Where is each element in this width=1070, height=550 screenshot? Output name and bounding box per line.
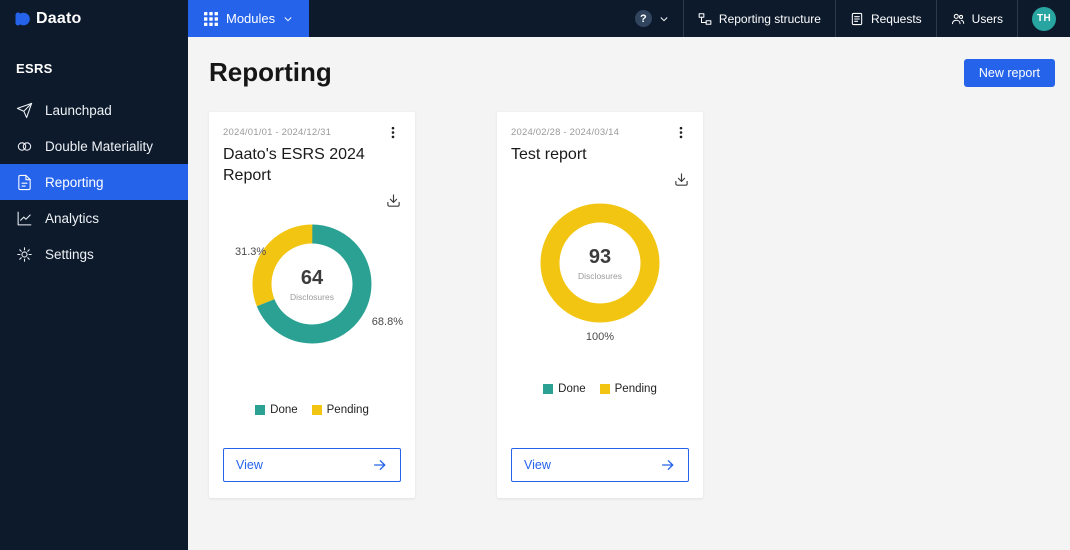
sidebar-item-settings[interactable]: Settings <box>0 236 188 272</box>
legend-pending-label: Pending <box>614 383 657 396</box>
pending-swatch <box>311 405 322 416</box>
report-cards: 2024/01/01 - 2024/12/31 Daato's ESRS 202… <box>209 112 1055 498</box>
report-title: Test report <box>511 146 587 163</box>
page-header: Reporting New report <box>209 57 1055 88</box>
topbar: Daato Modules ? Reporting structure Requ… <box>0 0 1070 37</box>
sidebar-item-launchpad[interactable]: Launchpad <box>0 92 188 128</box>
overlapping-circles-icon <box>17 141 32 151</box>
disclosures-label: Disclosures <box>290 291 334 302</box>
download-icon[interactable] <box>386 193 401 208</box>
view-label: View <box>236 458 263 472</box>
disclosures-count: 93 <box>588 245 612 268</box>
kebab-menu-icon[interactable] <box>385 124 401 141</box>
reporting-structure-label: Reporting structure <box>718 11 821 26</box>
sidebar-item-reporting[interactable]: Reporting <box>0 164 188 200</box>
users-button[interactable]: Users <box>935 0 1017 37</box>
help-icon: ? <box>634 10 652 27</box>
sidebar-item-label: Settings <box>45 246 94 262</box>
help-menu[interactable]: ? <box>621 0 683 37</box>
sidebar-section-title: ESRS <box>16 61 53 76</box>
donut-chart: 64 Disclosures 31.3% 68.8% <box>223 210 403 400</box>
sidebar-item-double-materiality[interactable]: Double Materiality <box>0 128 188 164</box>
chart-legend: Done Pending <box>223 404 401 416</box>
report-card: 2024/01/01 - 2024/12/31 Daato's ESRS 202… <box>209 112 415 498</box>
daato-logo[interactable]: Daato <box>0 0 188 37</box>
main-content: Reporting New report 2024/01/01 - 2024/1… <box>188 37 1070 550</box>
sidebar-item-label: Double Materiality <box>45 138 154 154</box>
daato-logo-icon <box>15 12 30 25</box>
legend-done-label: Done <box>558 383 586 396</box>
legend-done: Done <box>543 383 586 395</box>
done-swatch <box>543 384 554 395</box>
checklist-icon <box>851 12 863 25</box>
sidebar: ESRS Launchpad Double Materiality Report… <box>0 37 188 550</box>
donut-chart: 93 Disclosures 100% <box>511 189 689 379</box>
users-label: Users <box>971 11 1003 26</box>
view-button[interactable]: View <box>511 448 689 482</box>
arrow-right-icon <box>662 460 674 470</box>
card-header: 2024/01/01 - 2024/12/31 <box>223 124 401 141</box>
avatar: TH <box>1032 6 1056 31</box>
grid-icon <box>204 11 218 26</box>
rocket-icon <box>16 102 33 118</box>
document-icon <box>18 174 31 190</box>
modules-button[interactable]: Modules <box>188 0 310 37</box>
user-menu[interactable]: TH <box>1017 0 1070 37</box>
legend-pending: Pending <box>599 383 657 396</box>
gear-icon <box>17 246 32 262</box>
disclosures-count: 64 <box>300 266 324 289</box>
disclosures-label: Disclosures <box>578 270 622 281</box>
donut-center: 64 Disclosures <box>252 224 372 344</box>
pending-percent-label: 100% <box>585 331 615 344</box>
legend-done: Done <box>255 404 298 416</box>
view-button[interactable]: View <box>223 448 401 482</box>
modules-label: Modules <box>226 11 276 26</box>
line-chart-icon <box>17 211 32 225</box>
pending-percent-label: 31.3% <box>235 246 267 259</box>
download-row <box>511 172 689 187</box>
sidebar-item-analytics[interactable]: Analytics <box>0 200 188 236</box>
hierarchy-icon <box>698 12 712 25</box>
sidebar-item-label: Launchpad <box>45 102 112 118</box>
legend-pending-label: Pending <box>326 404 369 417</box>
report-date-range: 2024/01/01 - 2024/12/31 <box>223 127 332 138</box>
chevron-down-icon <box>660 16 668 21</box>
legend-done-label: Done <box>270 404 298 417</box>
download-row <box>223 193 401 208</box>
report-date-range: 2024/02/28 - 2024/03/14 <box>511 127 620 138</box>
page-title: Reporting <box>209 57 332 87</box>
legend-pending: Pending <box>311 404 369 417</box>
arrow-right-icon <box>374 460 386 470</box>
card-header: 2024/02/28 - 2024/03/14 <box>511 124 689 141</box>
reporting-structure-button[interactable]: Reporting structure <box>682 0 835 37</box>
requests-label: Requests <box>870 11 922 26</box>
donut: 64 Disclosures <box>252 224 372 344</box>
done-swatch <box>255 405 266 416</box>
download-icon[interactable] <box>674 172 689 187</box>
logo-text: Daato <box>36 9 82 27</box>
view-label: View <box>524 458 551 472</box>
sidebar-item-label: Reporting <box>45 174 104 190</box>
help-label: ? <box>640 12 647 25</box>
users-icon <box>951 13 964 24</box>
requests-button[interactable]: Requests <box>834 0 936 37</box>
chevron-down-icon <box>284 16 292 21</box>
donut: 93 Disclosures <box>540 203 660 323</box>
new-report-button[interactable]: New report <box>963 58 1055 87</box>
pending-swatch <box>599 384 610 395</box>
report-card: 2024/02/28 - 2024/03/14 Test report 93 D… <box>497 112 703 498</box>
kebab-menu-icon[interactable] <box>673 124 689 141</box>
donut-center: 93 Disclosures <box>540 203 660 323</box>
done-percent-label: 68.8% <box>371 316 403 329</box>
report-title: Daato's ESRS 2024 Report <box>223 146 365 185</box>
sidebar-item-label: Analytics <box>45 210 100 226</box>
chart-legend: Done Pending <box>511 383 689 395</box>
